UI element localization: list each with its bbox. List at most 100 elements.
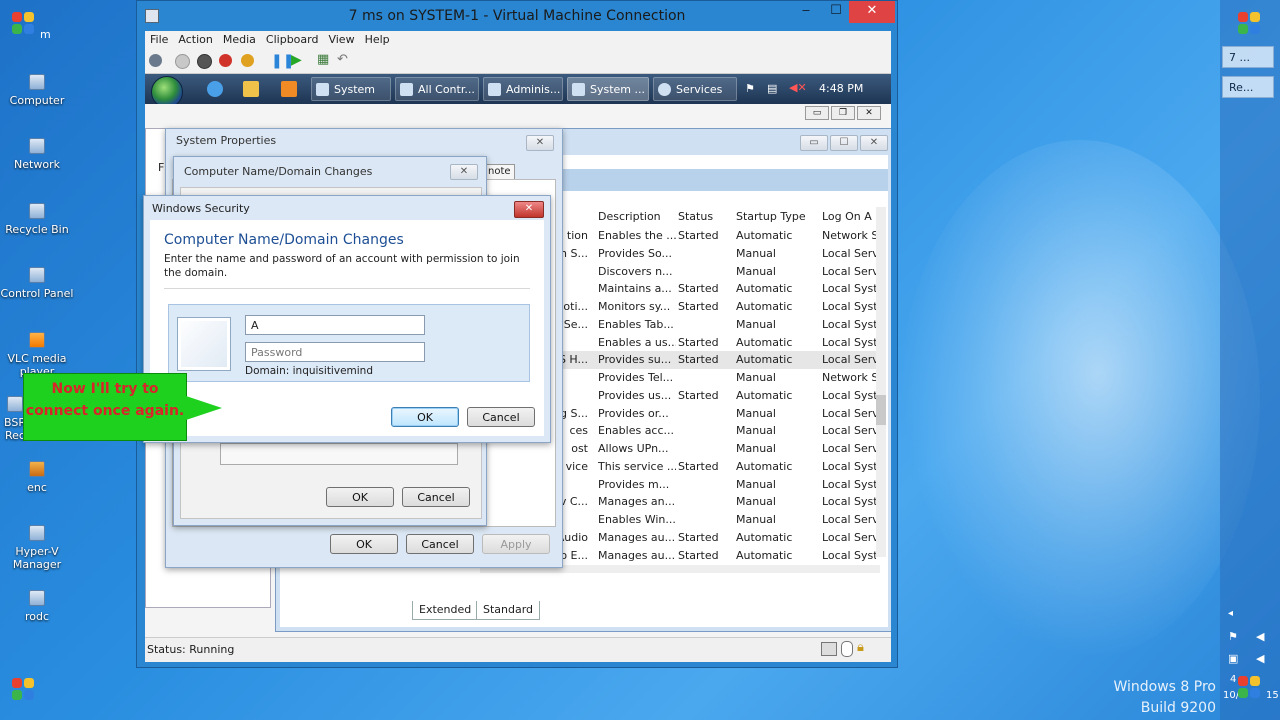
domain-changes-field[interactable]: [220, 443, 458, 465]
desktop-icon-computer[interactable]: Computer: [0, 74, 74, 107]
service-desc: This service ...: [598, 459, 676, 473]
winsec-ok-button[interactable]: OK: [391, 407, 459, 427]
service-logon: Local Serv: [822, 353, 876, 367]
taskbar-system-2[interactable]: System ...: [567, 77, 649, 101]
bg-restore-button[interactable]: ❐: [831, 106, 855, 120]
speaker-icon[interactable]: ◀: [1256, 652, 1264, 665]
desktop-icon-network[interactable]: Network: [0, 138, 74, 171]
sysprop-close-button[interactable]: ✕: [526, 135, 554, 151]
reset-icon[interactable]: ▶: [291, 52, 302, 68]
service-logon: Local Serv: [822, 442, 876, 455]
flag-icon[interactable]: ⚑: [1228, 630, 1238, 643]
credential-tile[interactable]: A Password Domain: inquisitivemind: [168, 304, 530, 382]
start-icon[interactable]: [175, 54, 190, 69]
flag-tray-icon[interactable]: ⚑: [745, 82, 755, 95]
sysprop-apply-button[interactable]: Apply: [482, 534, 550, 554]
username-input[interactable]: A: [245, 315, 425, 335]
tab-standard[interactable]: Standard: [476, 601, 541, 620]
bg-minimize-button[interactable]: ▭: [805, 106, 829, 120]
host-start-icon[interactable]: [1238, 12, 1260, 34]
network-tray-icon[interactable]: ▣: [1228, 652, 1238, 665]
mute-icon[interactable]: ◀✕: [789, 81, 807, 94]
services-scroll-thumb[interactable]: [876, 395, 886, 425]
menu-file[interactable]: File: [145, 31, 173, 49]
tab-extended[interactable]: Extended: [412, 601, 479, 620]
network-tray-icon-guest[interactable]: ▤: [767, 82, 777, 95]
menu-view[interactable]: View: [323, 31, 359, 49]
service-status: Started: [678, 335, 719, 349]
sysprop-ok-button[interactable]: OK: [330, 534, 398, 554]
host-clock[interactable]: 4: [1230, 674, 1236, 685]
guest-taskbar: System All Contr... Adminis... System ..…: [145, 74, 891, 108]
service-startup: Manual: [736, 317, 776, 331]
app-tiles-icon-bottom[interactable]: [12, 678, 34, 700]
col-description[interactable]: Description: [598, 207, 661, 227]
explorer-icon[interactable]: [243, 81, 259, 97]
minimize-button[interactable]: ‒: [791, 1, 821, 23]
desktop-icon-rodc[interactable]: rodc: [0, 590, 74, 623]
col-logon-as[interactable]: Log On A: [822, 207, 872, 227]
menu-action[interactable]: Action: [173, 31, 217, 49]
service-status: Started: [678, 300, 719, 313]
service-logon: Local Serv: [822, 406, 876, 420]
shutdown-icon[interactable]: [219, 54, 232, 67]
guest-clock[interactable]: 4:48 PM: [819, 74, 863, 104]
services-scrollbar[interactable]: [876, 207, 886, 557]
desktop-icon-recycle-bin[interactable]: Recycle Bin: [0, 203, 74, 236]
host-date-suffix: 15: [1266, 690, 1279, 701]
user-avatar-icon: [177, 317, 231, 371]
svc-maximize-button[interactable]: ☐: [830, 135, 858, 151]
close-button[interactable]: ✕: [849, 1, 895, 23]
service-startup: Automatic: [736, 282, 793, 296]
winsec-close-button[interactable]: ✕: [514, 201, 544, 218]
taskbar-system[interactable]: System: [311, 77, 391, 101]
service-desc: Provides Tel...: [598, 371, 674, 384]
host-tiles-icon-bottom[interactable]: [1238, 676, 1260, 698]
snapshot-icon[interactable]: ▦: [317, 52, 329, 67]
ctrl-alt-del-icon[interactable]: [149, 54, 162, 67]
app-tiles-icon[interactable]: [12, 12, 34, 34]
revert-icon[interactable]: ↶: [337, 52, 348, 67]
svc-close-button[interactable]: ✕: [860, 135, 888, 151]
domain-changes-close-button[interactable]: ✕: [450, 164, 478, 180]
turn-off-icon[interactable]: [197, 54, 212, 69]
callout-line-2: connect once again.: [25, 403, 185, 419]
taskbar-services[interactable]: Services: [653, 77, 737, 101]
menu-clipboard[interactable]: Clipboard: [261, 31, 324, 49]
ie-icon[interactable]: [207, 81, 223, 97]
host-date[interactable]: 10/: [1223, 690, 1239, 701]
save-state-icon[interactable]: [241, 54, 254, 67]
service-status: Started: [678, 530, 719, 544]
callout-line-1: Now I'll try to: [51, 381, 159, 397]
winsec-cancel-button[interactable]: Cancel: [467, 407, 535, 427]
service-logon: Local Syst: [822, 388, 876, 402]
domain-changes-ok-button[interactable]: OK: [326, 487, 394, 507]
password-input[interactable]: Password: [245, 342, 425, 362]
domain-changes-cancel-button[interactable]: Cancel: [402, 487, 470, 507]
desktop-icon-hyperv[interactable]: Hyper-V Manager: [0, 525, 74, 571]
sysprop-cancel-button[interactable]: Cancel: [406, 534, 474, 554]
col-status[interactable]: Status: [678, 207, 713, 227]
desktop-icon-enc[interactable]: enc: [0, 461, 74, 494]
chevron-up-icon[interactable]: ◂: [1228, 608, 1233, 619]
col-startup-type[interactable]: Startup Type: [736, 207, 806, 227]
winsec-heading: Computer Name/Domain Changes: [164, 232, 404, 248]
sysprop-remote-tab[interactable]: note: [484, 164, 515, 180]
desktop-icon-vlc[interactable]: VLC media player: [0, 332, 74, 378]
menu-media[interactable]: Media: [218, 31, 261, 49]
top-left-label: m: [40, 28, 51, 41]
svc-minimize-button[interactable]: ▭: [800, 135, 828, 151]
volume-icon[interactable]: ◀: [1256, 630, 1264, 643]
media-player-icon[interactable]: [281, 81, 297, 97]
taskbar-all-control[interactable]: All Contr...: [395, 77, 479, 101]
service-desc: Discovers n...: [598, 264, 673, 278]
bg-close-button[interactable]: ✕: [857, 106, 881, 120]
host-task-vm[interactable]: 7 ...: [1222, 46, 1274, 68]
maximize-button[interactable]: ☐: [821, 1, 851, 23]
service-desc: Manages au...: [598, 530, 676, 544]
host-task-remote[interactable]: Re...: [1222, 76, 1274, 98]
desktop-icon-control-panel[interactable]: Control Panel: [0, 267, 74, 300]
menu-help[interactable]: Help: [360, 31, 395, 49]
taskbar-admin[interactable]: Adminis...: [483, 77, 563, 101]
service-status: Started: [678, 282, 719, 296]
